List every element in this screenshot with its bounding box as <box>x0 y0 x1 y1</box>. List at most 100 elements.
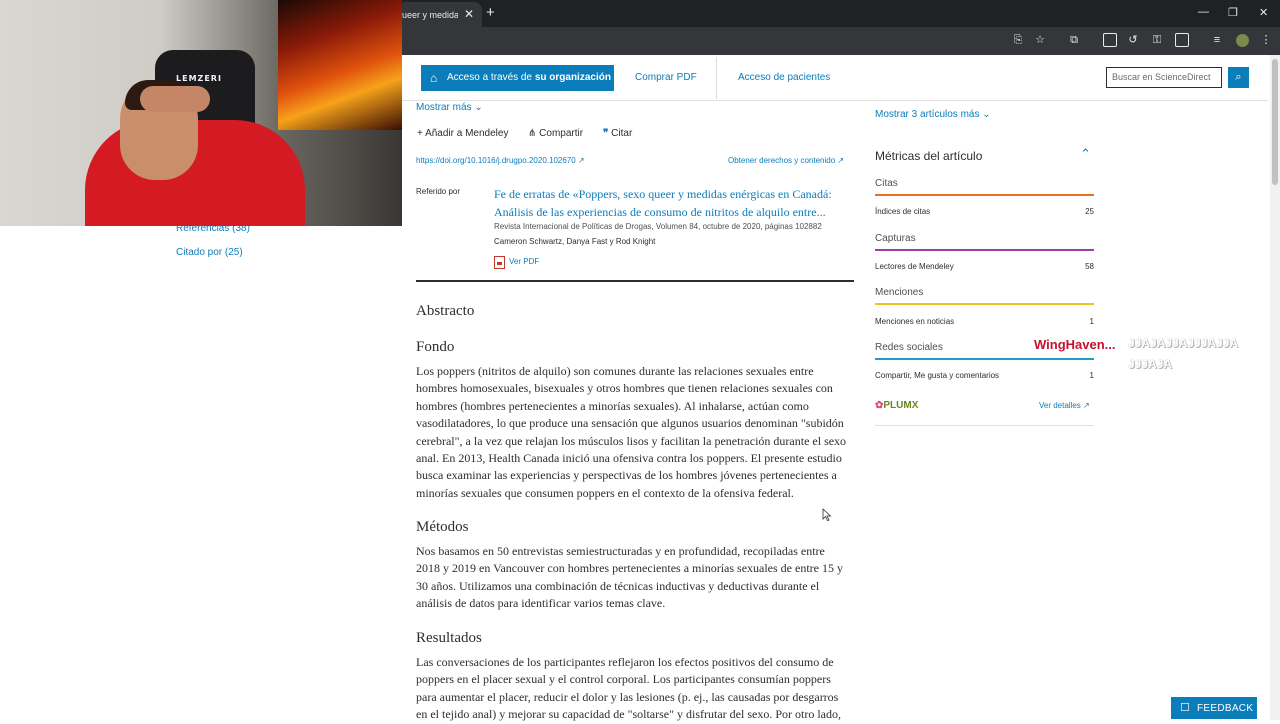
mentions-color-bar <box>875 303 1094 305</box>
ref-title-line: Análisis de las experiencias de consumo … <box>494 205 826 219</box>
paragraph-line: hombres homosexuales, bisexuales y otros… <box>416 381 833 396</box>
scrollbar-thumb[interactable] <box>1272 59 1278 185</box>
profile-avatar[interactable] <box>1236 34 1249 47</box>
cite-button[interactable]: ❞ Citar <box>603 128 632 139</box>
referred-by-label: Referido por <box>416 187 461 196</box>
maximize-button[interactable]: ❐ <box>1228 6 1238 19</box>
paragraph-line: vasodilatadores, lo que produce una sens… <box>416 416 844 431</box>
rights-link[interactable]: Obtener derechos y contenido ↗ <box>728 156 844 165</box>
social-color-bar <box>875 358 1094 360</box>
cast-icon[interactable] <box>1103 33 1117 47</box>
quote-icon: ❞ <box>603 128 609 139</box>
metric-category-mentions: Menciones <box>875 287 924 298</box>
extensions-icon[interactable]: ⧉ <box>1067 33 1081 47</box>
minimize-button[interactable]: — <box>1198 6 1209 18</box>
metric-category-social: Redes sociales <box>875 342 943 353</box>
webcam-fire-art <box>278 0 402 130</box>
plus-icon: + <box>417 128 423 139</box>
collapse-metrics-chevron-up-icon[interactable]: ⌃ <box>1080 146 1091 162</box>
metric-row-value: 1 <box>1089 371 1094 380</box>
cited-by-link[interactable]: Citado por (25) <box>176 247 243 258</box>
captures-color-bar <box>875 249 1094 251</box>
header-divider <box>716 57 717 99</box>
sciencedirect-header: ⌂ Acceso a través de su organización Com… <box>402 55 1268 101</box>
show-more-articles-link[interactable]: Mostrar 3 artículos más ⌄ <box>875 109 991 120</box>
show-more-label: Mostrar más <box>416 102 472 113</box>
new-tab-button[interactable]: + <box>486 4 495 21</box>
ref-title-line: Fe de erratas de «Poppers, sexo queer y … <box>494 187 832 201</box>
referring-article-title[interactable]: Fe de erratas de «Poppers, sexo queer y … <box>494 185 839 221</box>
background-paragraph: Los poppers (nitritos de alquilo) son co… <box>416 363 856 502</box>
doi-link[interactable]: https://doi.org/10.1016/j.drugpo.2020.10… <box>416 156 585 165</box>
metric-category-citations: Citas <box>875 178 898 189</box>
page-scrollbar[interactable] <box>1270 55 1280 720</box>
paragraph-line: minorías sexuales que consumen poppers e… <box>416 485 794 500</box>
paragraph-line: busca examinar las experiencias y perspe… <box>416 468 837 483</box>
metric-category-captures: Capturas <box>875 233 916 244</box>
browser-tab[interactable]: ueer y medidas ✕ <box>398 2 482 27</box>
close-window-button[interactable]: ✕ <box>1259 6 1268 19</box>
feedback-label: FEEDBACK <box>1197 703 1254 714</box>
ref-authors: Cameron Schwartz, Danya Fast y Rod Knigh… <box>494 237 656 246</box>
bookmark-star-icon[interactable]: ☆ <box>1033 33 1047 47</box>
paragraph-line: Las conversaciones de los participantes … <box>416 655 834 669</box>
plumx-label: PLUMX <box>883 400 919 411</box>
feedback-button[interactable]: ☐ FEEDBACK <box>1171 697 1257 719</box>
paragraph-line: Nos basamos en 50 entrevistas semiestruc… <box>416 544 825 558</box>
institution-icon: ⌂ <box>430 71 438 85</box>
paragraph-line: anal. En 2013, Health Canada inició una … <box>416 451 842 466</box>
see-details-label: Ver detalles <box>1039 401 1081 410</box>
brand-overlay-text: WingHaven... <box>1034 337 1116 352</box>
metric-row-label: Lectores de Mendeley <box>875 262 954 271</box>
paragraph-line: análisis de datos para identificar vario… <box>416 596 666 611</box>
metric-row-label: Compartir, Me gusta y comentarios <box>875 371 1000 380</box>
share-button[interactable]: ⋔ Compartir <box>528 128 583 139</box>
menu-kebab-icon[interactable]: ⋮ <box>1259 33 1273 47</box>
buy-pdf-link[interactable]: Comprar PDF <box>635 72 697 83</box>
search-input[interactable]: Buscar en ScienceDirect <box>1106 67 1222 88</box>
plumx-logo: ✿PLUMX <box>875 400 918 411</box>
institutional-access-button[interactable]: ⌂ Acceso a través de su organización <box>421 65 614 91</box>
chat-bubble-icon: ☐ <box>1180 702 1190 714</box>
tab-close-icon[interactable]: ✕ <box>464 7 474 21</box>
show-more-articles-label: Mostrar 3 artículos más <box>875 109 980 120</box>
external-link-icon: ↗ <box>837 156 845 165</box>
access-org: su organización <box>534 72 611 83</box>
chevron-down-icon: ⌄ <box>474 102 483 113</box>
share-label: Compartir <box>539 128 584 139</box>
methods-paragraph: Nos basamos en 50 entrevistas semiestruc… <box>416 543 856 613</box>
paragraph-line: poppers en el placer sexual y el control… <box>416 672 831 687</box>
history-icon[interactable]: ↺ <box>1126 33 1140 47</box>
paragraph-line: 2018 y 2019 en Vancouver con hombres per… <box>416 561 843 576</box>
laugh-overlay-line1: JJAJAJJAJJJAJJA <box>1128 336 1239 350</box>
mouse-cursor-icon <box>822 508 832 521</box>
password-key-icon[interactable]: ⚿ <box>1150 33 1164 47</box>
patient-access-link[interactable]: Acceso de pacientes <box>738 72 830 83</box>
add-mendeley-button[interactable]: + Añadir a Mendeley <box>417 128 508 139</box>
metric-row-value: 25 <box>1085 207 1094 216</box>
payment-card-icon[interactable] <box>1175 33 1189 47</box>
paragraph-line: para aumentar el placer, reducir el dolo… <box>416 689 839 704</box>
streamer-arm <box>140 86 210 112</box>
metrics-bottom-divider <box>875 425 1094 426</box>
search-button[interactable]: ⌕ <box>1228 67 1249 88</box>
access-prefix: Acceso a través de <box>447 72 533 83</box>
see-details-link[interactable]: Ver detalles ↗ <box>1039 401 1090 410</box>
metric-row-label: Índices de citas <box>875 207 931 216</box>
share-icon: ⋔ <box>528 128 537 139</box>
citations-color-bar <box>875 194 1094 196</box>
metric-row-value: 58 <box>1085 262 1094 271</box>
pdf-icon <box>494 256 505 269</box>
webcam-overlay: LEMZERI <box>0 0 402 226</box>
reading-list-icon[interactable]: ≡ <box>1210 33 1224 47</box>
rights-label: Obtener derechos y contenido <box>728 156 836 165</box>
translate-icon[interactable]: ⎘ <box>1011 33 1025 47</box>
view-pdf-link[interactable]: Ver PDF <box>509 257 539 266</box>
search-icon: ⌕ <box>1235 71 1242 83</box>
metric-row-label: Menciones en noticias <box>875 317 955 326</box>
results-paragraph: Las conversaciones de los participantes … <box>416 654 856 724</box>
chair-logo: LEMZERI <box>176 74 222 83</box>
show-more-link[interactable]: Mostrar más ⌄ <box>416 102 483 113</box>
methods-heading: Métodos <box>416 519 469 535</box>
paragraph-line: hombres (hombres pertenecientes a minorí… <box>416 398 809 413</box>
